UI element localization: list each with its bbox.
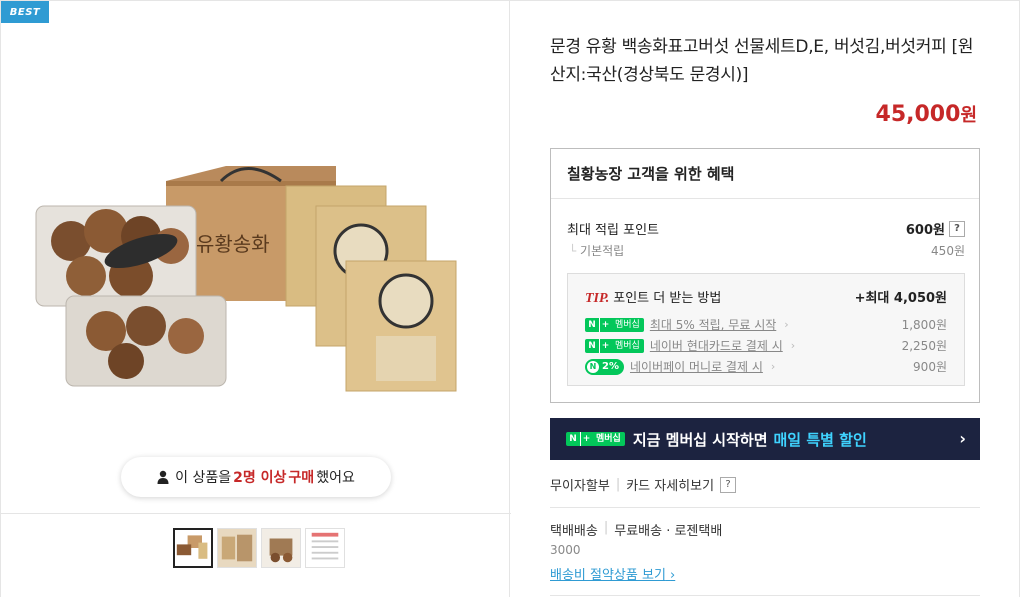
tip-row-card[interactable]: N + 멤버십 네이버 현대카드로 결제 시 › 2,250원 <box>585 337 947 354</box>
help-icon[interactable]: ? <box>720 476 737 493</box>
tip-label: TIP. <box>585 291 610 306</box>
card-detail-link[interactable]: 카드 자세히보기 <box>626 475 714 494</box>
shipping-saver-link[interactable]: 배송비 절약상품 보기 › <box>550 564 675 583</box>
benefit-heading: 칠황농장 고객을 위한 혜택 <box>551 149 979 199</box>
product-info-panel: 문경 유황 백송화표고버섯 선물세트D,E, 버섯김,버섯커피 [원산지:국산(… <box>510 0 1020 597</box>
chevron-right-icon: › <box>959 429 966 448</box>
thumbnail-4[interactable] <box>305 528 345 568</box>
naver-membership-badge: N + 멤버십 <box>566 432 625 446</box>
purchase-verb: 구매 <box>288 470 315 486</box>
product-main-image[interactable]: 유황송화 <box>31 151 461 411</box>
tip-row-value: 1,800원 <box>901 318 947 332</box>
purchase-prefix: 이 상품을 <box>175 470 232 486</box>
tip-box: TIP. 포인트 더 받는 방법 +최대 4,050원 N + 멤버십 최대 5% 적… <box>567 273 965 386</box>
help-icon[interactable]: ? <box>949 220 965 237</box>
divider <box>550 507 980 508</box>
price-unit: 원 <box>960 105 977 126</box>
naver-membership-badge: N + 멤버십 <box>585 317 644 332</box>
base-point-label: 기본적립 <box>569 242 624 259</box>
banner-text: 지금 멤버십 시작하면 <box>632 430 768 449</box>
thumbnail-1[interactable] <box>173 528 213 568</box>
tip-row-value: 2,250원 <box>901 339 947 353</box>
thumbnail-strip <box>173 528 345 568</box>
card-info-row: 무이자할부 | 카드 자세히보기 ? <box>550 475 737 494</box>
person-icon <box>157 470 169 484</box>
naver-membership-badge: N + 멤버십 <box>585 338 644 353</box>
tip-row-naverpay[interactable]: N 2% 네이버페이 머니로 결제 시 › 900원 <box>585 358 947 375</box>
max-point-value: 600원 <box>905 223 945 238</box>
product-price: 45,000원 <box>876 101 977 127</box>
tip-row-text[interactable]: 최대 5% 적립, 무료 시작 <box>650 316 776 333</box>
chevron-right-icon: › <box>790 339 796 352</box>
benefit-box: 칠황농장 고객을 위한 혜택 최대 적립 포인트 600원 ? 기본적립 450… <box>550 148 980 403</box>
separator: | <box>603 520 609 535</box>
tip-row-membership[interactable]: N + 멤버십 최대 5% 적립, 무료 시작 › 1,800원 <box>585 316 947 333</box>
shipping-fee: 3000 <box>550 543 581 557</box>
chevron-right-icon: › <box>784 318 789 331</box>
tip-row-text[interactable]: 네이버 현대카드로 결제 시 <box>650 337 783 354</box>
shipping-row: 택배배송 | 무료배송 · 로젠택배 <box>550 520 722 539</box>
best-badge: BEST <box>1 1 49 23</box>
tip-row-text[interactable]: 네이버페이 머니로 결제 시 <box>630 358 763 375</box>
base-point-row: 기본적립 450원 <box>569 242 965 259</box>
max-point-row: 최대 적립 포인트 600원 ? <box>567 219 965 238</box>
thumbnail-divider <box>1 513 511 514</box>
max-point-label: 최대 적립 포인트 <box>567 223 659 238</box>
purchase-count: 2명 이상 <box>233 470 287 486</box>
naverpay-badge: N 2% <box>585 358 624 375</box>
chevron-right-icon: › <box>770 360 776 373</box>
chevron-right-icon: › <box>670 568 676 583</box>
price-value: 45,000 <box>875 102 961 127</box>
installment-label: 무이자할부 <box>550 479 610 494</box>
tip-row-value: 900원 <box>913 360 947 374</box>
divider <box>550 595 980 596</box>
shipping-detail: 무료배송 · 로젠택배 <box>614 524 723 539</box>
purchase-count-pill: 이 상품을 2명 이상 구매 했어요 <box>121 457 391 497</box>
thumbnail-3[interactable] <box>261 528 301 568</box>
base-point-value: 450원 <box>931 244 965 258</box>
shipping-type: 택배배송 <box>550 524 598 539</box>
product-image-panel: BEST 유황송화 이 상품을 2명 이상 구매 했어요 <box>0 0 511 597</box>
banner-accent: 매일 특별 할인 <box>773 430 867 449</box>
tip-max: +최대 4,050원 <box>854 291 947 306</box>
product-title: 문경 유황 백송화표고버섯 선물세트D,E, 버섯김,버섯커피 [원산지:국산(… <box>550 37 974 85</box>
membership-banner[interactable]: N + 멤버십 지금 멤버십 시작하면 매일 특별 할인 › <box>550 418 980 460</box>
thumbnail-2[interactable] <box>217 528 257 568</box>
tip-heading: TIP. 포인트 더 받는 방법 +최대 4,050원 <box>585 287 947 307</box>
tip-text: 포인트 더 받는 방법 <box>613 291 722 306</box>
svg-text:유황송화: 유황송화 <box>196 232 270 256</box>
separator: | <box>615 477 621 492</box>
purchase-suffix: 했어요 <box>316 470 355 486</box>
max-point-value-wrap: 600원 ? <box>906 219 965 238</box>
